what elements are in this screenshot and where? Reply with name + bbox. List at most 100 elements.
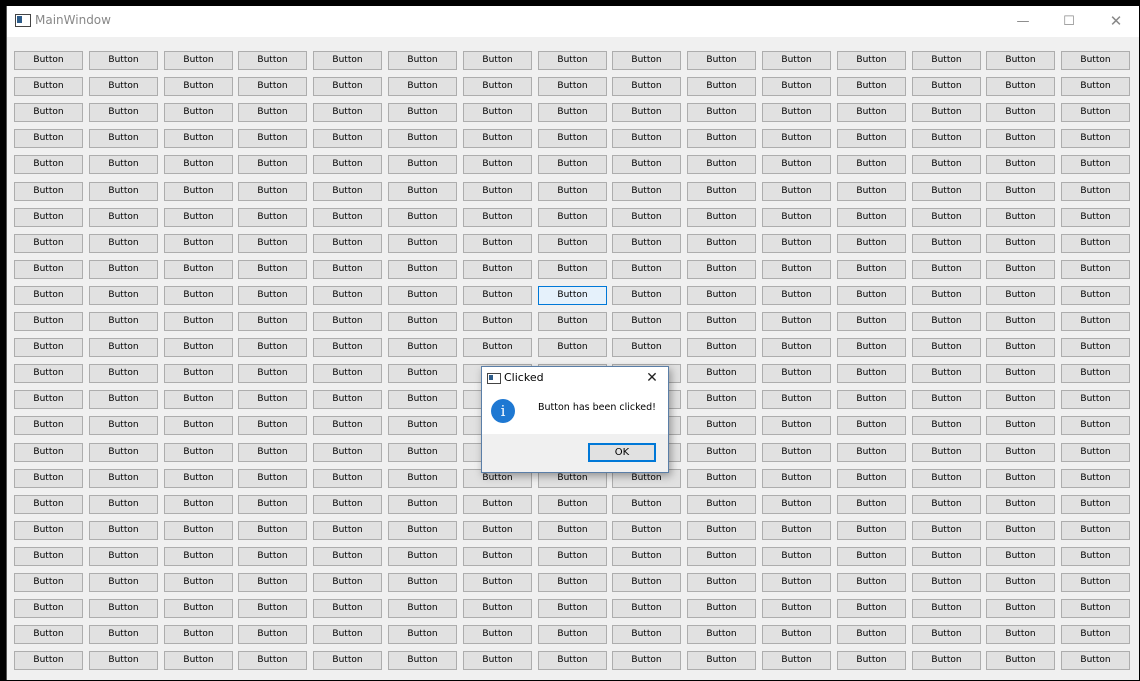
grid-button[interactable]: Button (313, 77, 382, 96)
grid-button[interactable]: Button (388, 495, 457, 514)
grid-button[interactable]: Button (612, 573, 681, 592)
grid-button[interactable]: Button (388, 51, 457, 70)
grid-button[interactable]: Button (986, 234, 1055, 253)
grid-button[interactable]: Button (837, 547, 906, 566)
grid-button[interactable]: Button (837, 599, 906, 618)
grid-button[interactable]: Button (986, 495, 1055, 514)
grid-button[interactable]: Button (538, 208, 607, 227)
grid-button[interactable]: Button (313, 260, 382, 279)
grid-button[interactable]: Button (313, 182, 382, 201)
grid-button[interactable]: Button (388, 208, 457, 227)
grid-button[interactable]: Button (463, 338, 532, 357)
grid-button[interactable]: Button (762, 286, 831, 305)
grid-button[interactable]: Button (14, 495, 83, 514)
grid-button[interactable]: Button (238, 312, 307, 331)
grid-button[interactable]: Button (538, 651, 607, 670)
grid-button[interactable]: Button (762, 495, 831, 514)
grid-button[interactable]: Button (89, 103, 158, 122)
grid-button[interactable]: Button (89, 129, 158, 148)
grid-button[interactable]: Button (837, 495, 906, 514)
grid-button[interactable]: Button (164, 364, 233, 383)
grid-button[interactable]: Button (837, 51, 906, 70)
grid-button[interactable]: Button (238, 103, 307, 122)
grid-button[interactable]: Button (986, 208, 1055, 227)
grid-button[interactable]: Button (1061, 547, 1130, 566)
grid-button[interactable]: Button (1061, 234, 1130, 253)
grid-button[interactable]: Button (89, 208, 158, 227)
grid-button[interactable]: Button (463, 573, 532, 592)
grid-button[interactable]: Button (89, 651, 158, 670)
grid-button[interactable]: Button (538, 103, 607, 122)
grid-button[interactable]: Button (837, 129, 906, 148)
grid-button[interactable]: Button (313, 443, 382, 462)
grid-button[interactable]: Button (1061, 364, 1130, 383)
grid-button[interactable]: Button (463, 625, 532, 644)
close-button[interactable]: ✕ (1096, 6, 1136, 37)
ok-button[interactable]: OK (588, 443, 656, 462)
grid-button[interactable]: Button (612, 51, 681, 70)
grid-button[interactable]: Button (1061, 77, 1130, 96)
grid-button[interactable]: Button (14, 155, 83, 174)
grid-button[interactable]: Button (238, 547, 307, 566)
grid-button[interactable]: Button (1061, 495, 1130, 514)
grid-button[interactable]: Button (238, 155, 307, 174)
grid-button[interactable]: Button (762, 129, 831, 148)
grid-button[interactable]: Button (912, 338, 981, 357)
grid-button[interactable]: Button (538, 573, 607, 592)
grid-button[interactable]: Button (837, 155, 906, 174)
grid-button[interactable]: Button (164, 234, 233, 253)
grid-button[interactable]: Button (14, 390, 83, 409)
grid-button[interactable]: Button (313, 286, 382, 305)
grid-button[interactable]: Button (912, 573, 981, 592)
grid-button[interactable]: Button (687, 469, 756, 488)
grid-button[interactable]: Button (89, 286, 158, 305)
grid-button[interactable]: Button (687, 182, 756, 201)
grid-button[interactable]: Button (164, 625, 233, 644)
grid-button[interactable]: Button (388, 521, 457, 540)
grid-button[interactable]: Button (89, 260, 158, 279)
title-bar[interactable]: MainWindow — ☐ ✕ (7, 6, 1139, 37)
grid-button[interactable]: Button (164, 208, 233, 227)
grid-button[interactable]: Button (912, 416, 981, 435)
grid-button[interactable]: Button (14, 51, 83, 70)
grid-button[interactable]: Button (238, 469, 307, 488)
grid-button[interactable]: Button (762, 521, 831, 540)
grid-button[interactable]: Button (313, 234, 382, 253)
grid-button[interactable]: Button (164, 547, 233, 566)
grid-button[interactable]: Button (14, 77, 83, 96)
grid-button[interactable]: Button (14, 103, 83, 122)
grid-button[interactable]: Button (612, 234, 681, 253)
grid-button[interactable]: Button (463, 234, 532, 253)
grid-button[interactable]: Button (687, 573, 756, 592)
grid-button[interactable]: Button (463, 286, 532, 305)
grid-button[interactable]: Button (687, 51, 756, 70)
grid-button[interactable]: Button (912, 364, 981, 383)
grid-button[interactable]: Button (912, 182, 981, 201)
grid-button[interactable]: Button (238, 338, 307, 357)
grid-button[interactable]: Button (164, 51, 233, 70)
grid-button[interactable]: Button (687, 547, 756, 566)
grid-button[interactable]: Button (538, 155, 607, 174)
grid-button[interactable]: Button (1061, 338, 1130, 357)
grid-button[interactable]: Button (912, 260, 981, 279)
grid-button[interactable]: Button (612, 77, 681, 96)
grid-button[interactable]: Button (388, 364, 457, 383)
grid-button[interactable]: Button (762, 547, 831, 566)
grid-button[interactable]: Button (986, 521, 1055, 540)
grid-button[interactable]: Button (687, 338, 756, 357)
grid-button[interactable]: Button (463, 103, 532, 122)
grid-button[interactable]: Button (388, 443, 457, 462)
grid-button[interactable]: Button (388, 155, 457, 174)
grid-button[interactable]: Button (89, 312, 158, 331)
grid-button[interactable]: Button (687, 234, 756, 253)
grid-button[interactable]: Button (463, 51, 532, 70)
grid-button[interactable]: Button (238, 77, 307, 96)
grid-button[interactable]: Button (313, 625, 382, 644)
grid-button[interactable]: Button (238, 286, 307, 305)
grid-button[interactable]: Button (238, 625, 307, 644)
grid-button[interactable]: Button (89, 443, 158, 462)
grid-button[interactable]: Button (986, 599, 1055, 618)
grid-button[interactable]: Button (89, 495, 158, 514)
grid-button[interactable]: Button (912, 51, 981, 70)
grid-button[interactable]: Button (164, 390, 233, 409)
